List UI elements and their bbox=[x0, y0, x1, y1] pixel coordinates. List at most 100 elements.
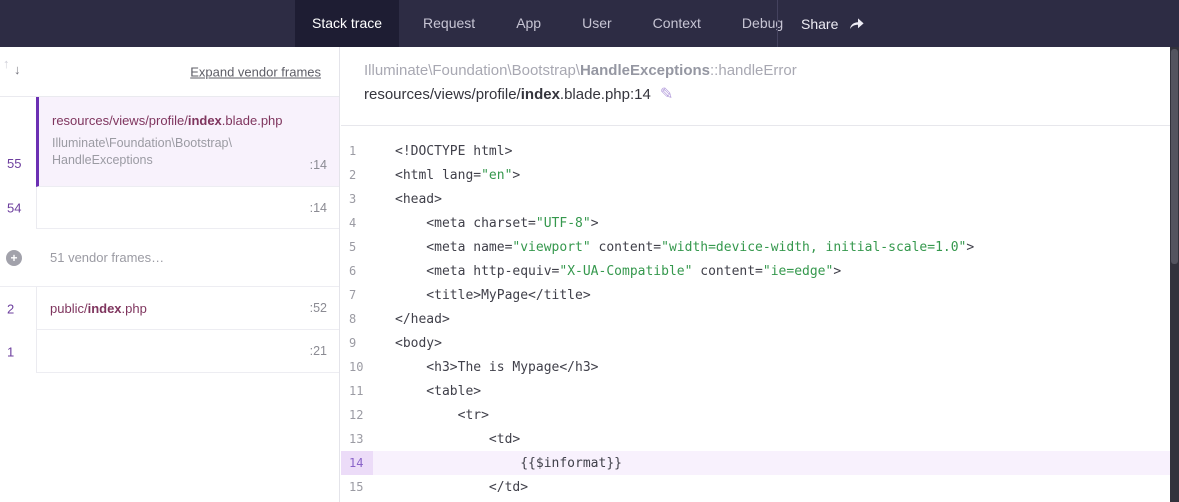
scrollbar-thumb[interactable] bbox=[1171, 49, 1178, 264]
code-text: </head> bbox=[373, 312, 450, 327]
code-line: 10 <h3>The is Mypage</h3> bbox=[341, 355, 1170, 379]
line-number: 5 bbox=[341, 235, 373, 259]
code-text: <title>MyPage</title> bbox=[373, 288, 591, 303]
code-line: 8</head> bbox=[341, 307, 1170, 331]
tab-debug[interactable]: Debug bbox=[725, 0, 800, 47]
frame-line-number: :14 bbox=[310, 201, 327, 215]
tab-context[interactable]: Context bbox=[636, 0, 718, 47]
code-text: <html lang="en"> bbox=[373, 168, 520, 183]
vendor-frames-row[interactable]: + 51 vendor frames… bbox=[0, 229, 339, 287]
code-line: 2<html lang="en"> bbox=[341, 163, 1170, 187]
expand-vendor-frames-link[interactable]: Expand vendor frames bbox=[190, 64, 321, 79]
edit-in-editor-icon[interactable]: ✎ bbox=[660, 87, 673, 103]
code-line: 9<body> bbox=[341, 331, 1170, 355]
frame-number: 2 bbox=[7, 301, 14, 316]
frame-file: public/index.php bbox=[50, 300, 147, 317]
frame-file-bold: index bbox=[88, 301, 122, 316]
code-line: 13 <td> bbox=[341, 427, 1170, 451]
method-path-method: ::handleError bbox=[710, 62, 797, 79]
plus-icon[interactable]: + bbox=[6, 250, 22, 266]
code-text: <meta name="viewport" content="width=dev… bbox=[373, 240, 974, 255]
frame-body: :21 bbox=[36, 330, 339, 373]
line-number: 12 bbox=[341, 403, 373, 427]
code-text: <meta http-equiv="X-UA-Compatible" conte… bbox=[373, 264, 841, 279]
line-number: 14 bbox=[341, 451, 373, 475]
code-line: 5 <meta name="viewport" content="width=d… bbox=[341, 235, 1170, 259]
code-text: <!DOCTYPE html> bbox=[373, 144, 512, 159]
file-path-bold: index bbox=[521, 86, 560, 103]
code-text: <body> bbox=[373, 336, 442, 351]
frame-file-post: .blade.php bbox=[222, 113, 283, 128]
code-text: </td> bbox=[373, 480, 528, 495]
line-number: 13 bbox=[341, 427, 373, 451]
next-frame-icon[interactable]: ↓ bbox=[14, 62, 21, 77]
frame-method-path: Illuminate\Foundation\Bootstrap\HandleEx… bbox=[364, 62, 1170, 79]
line-number: 2 bbox=[341, 163, 373, 187]
frame-body: public/index.php :52 bbox=[36, 287, 339, 330]
nav-tabs: Stack trace Request App User Context Deb… bbox=[295, 0, 807, 47]
frame-line-number: :52 bbox=[310, 301, 327, 315]
tab-stack-trace[interactable]: Stack trace bbox=[295, 0, 399, 47]
frame-class-line1: Illuminate\Foundation\Bootstrap\ bbox=[52, 135, 327, 152]
stack-frame-2[interactable]: 2 public/index.php :52 bbox=[0, 287, 339, 330]
code-line: 15 </td> bbox=[341, 475, 1170, 499]
top-navbar: Stack trace Request App User Context Deb… bbox=[0, 0, 1179, 47]
code-line: 7 <title>MyPage</title> bbox=[341, 283, 1170, 307]
code-line: 6 <meta http-equiv="X-UA-Compatible" con… bbox=[341, 259, 1170, 283]
stack-frame-1[interactable]: 1 :21 bbox=[0, 330, 339, 373]
frame-line-number: :21 bbox=[310, 344, 327, 358]
frame-body: resources/views/profile/index.blade.php … bbox=[36, 97, 339, 187]
frame-body: :14 bbox=[36, 187, 339, 229]
previous-frame-icon[interactable]: ↑ bbox=[3, 56, 10, 71]
frame-line-number: :14 bbox=[310, 158, 327, 172]
line-number: 11 bbox=[341, 379, 373, 403]
line-number: 7 bbox=[341, 283, 373, 307]
frame-file-post: .php bbox=[122, 301, 147, 316]
method-path-pre: Illuminate\Foundation\Bootstrap\ bbox=[364, 62, 580, 79]
tab-request[interactable]: Request bbox=[406, 0, 492, 47]
frame-file-pre: public/ bbox=[50, 301, 88, 316]
line-number: 4 bbox=[341, 211, 373, 235]
code-line: 4 <meta charset="UTF-8"> bbox=[341, 211, 1170, 235]
line-number: 10 bbox=[341, 355, 373, 379]
share-icon bbox=[848, 16, 865, 31]
stack-frames-sidebar: ↑ ↓ Expand vendor frames 55 resources/vi… bbox=[0, 47, 340, 502]
frame-number: 54 bbox=[7, 201, 21, 216]
share-button[interactable]: Share bbox=[801, 0, 865, 47]
line-number: 8 bbox=[341, 307, 373, 331]
line-number: 6 bbox=[341, 259, 373, 283]
frame-file-pre: resources/views/profile/ bbox=[52, 113, 188, 128]
code-text: <head> bbox=[373, 192, 442, 207]
tab-app[interactable]: App bbox=[499, 0, 558, 47]
share-label: Share bbox=[801, 16, 838, 32]
code-line: 12 <tr> bbox=[341, 403, 1170, 427]
vendor-frames-label: 51 vendor frames… bbox=[50, 250, 164, 265]
ignition-error-page: Stack trace Request App User Context Deb… bbox=[0, 0, 1179, 502]
line-number: 3 bbox=[341, 187, 373, 211]
line-number: 15 bbox=[341, 475, 373, 499]
frame-file-bold: index bbox=[188, 113, 222, 128]
code-panel: Illuminate\Foundation\Bootstrap\HandleEx… bbox=[341, 47, 1170, 502]
code-text: <td> bbox=[373, 432, 520, 447]
code-text: <table> bbox=[373, 384, 481, 399]
code-line: 3<head> bbox=[341, 187, 1170, 211]
line-number: 9 bbox=[341, 331, 373, 355]
scrollbar[interactable] bbox=[1170, 47, 1179, 502]
code-text: {{$informat}} bbox=[373, 456, 622, 471]
stack-frame-55[interactable]: 55 resources/views/profile/index.blade.p… bbox=[0, 97, 339, 187]
sidebar-header: ↑ ↓ Expand vendor frames bbox=[0, 47, 339, 97]
code-text: <tr> bbox=[373, 408, 489, 423]
frame-number: 55 bbox=[7, 156, 21, 171]
file-path-text: resources/views/profile/index.blade.php:… bbox=[364, 86, 651, 103]
code-line-highlighted: 14 {{$informat}} bbox=[341, 451, 1170, 475]
frame-class-line2: HandleExceptions bbox=[52, 152, 327, 169]
method-path-class: HandleExceptions bbox=[580, 62, 710, 79]
code-block: 1<!DOCTYPE html>2<html lang="en">3<head>… bbox=[341, 126, 1170, 499]
frame-number: 1 bbox=[7, 344, 14, 359]
file-path-pre: resources/views/profile/ bbox=[364, 86, 521, 103]
frames-list: 55 resources/views/profile/index.blade.p… bbox=[0, 97, 339, 373]
nav-divider bbox=[777, 0, 778, 47]
tab-user[interactable]: User bbox=[565, 0, 629, 47]
frame-class: Illuminate\Foundation\Bootstrap\ HandleE… bbox=[52, 135, 327, 169]
stack-frame-54[interactable]: 54 :14 bbox=[0, 187, 339, 229]
